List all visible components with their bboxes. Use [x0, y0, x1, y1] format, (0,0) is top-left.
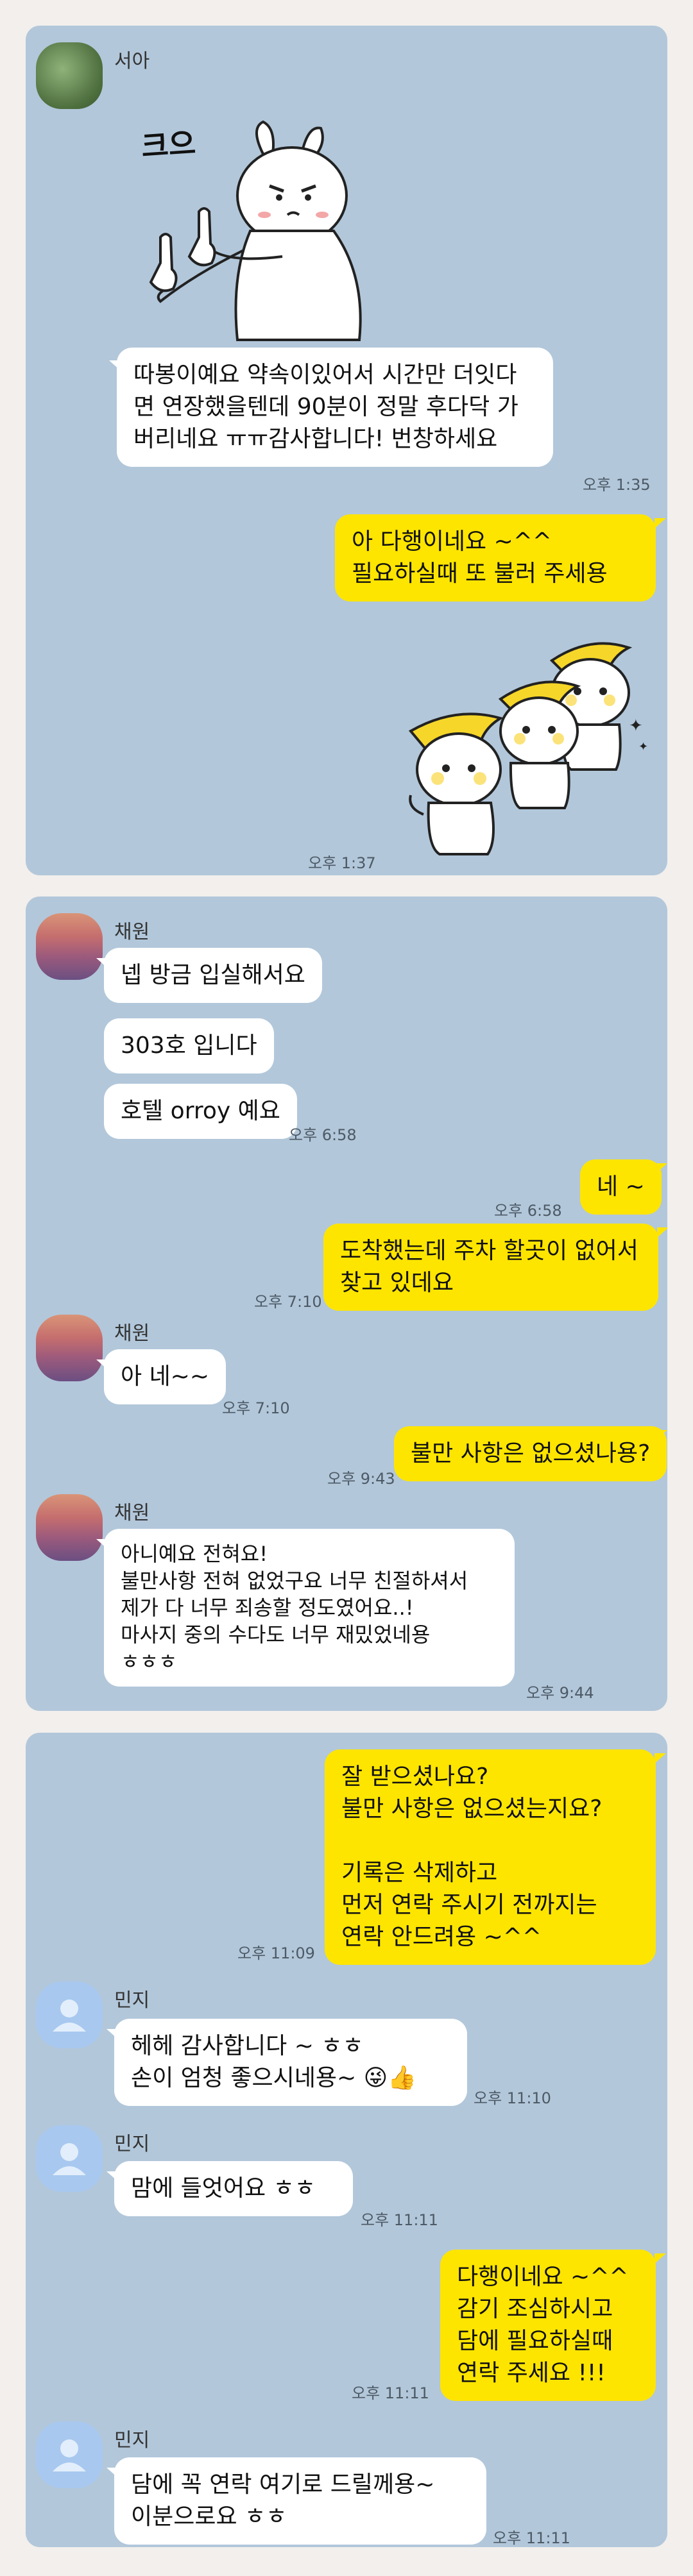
- message-time: 오후 6:58: [494, 1202, 562, 1220]
- bubble-tail: [656, 1163, 667, 1174]
- sender-name: 채원: [114, 921, 150, 943]
- my-message-bubble[interactable]: 도착했는데 주차 할곳이 없어서 찾고 있데요: [323, 1224, 658, 1311]
- message-time: 오후 11:10: [474, 2089, 551, 2107]
- sender-name: 민지: [114, 1989, 150, 2012]
- default-profile-icon: [53, 2143, 86, 2175]
- bubble-tail: [107, 2029, 118, 2039]
- avatar-chaewon[interactable]: [36, 1315, 103, 1381]
- my-message-bubble[interactable]: 아 다행이네요 ~^^ 필요하실때 또 불러 주세용: [335, 514, 656, 602]
- message-bubble[interactable]: 아니예요 전혀요! 불만사항 전혀 없었구요 너무 친절하셔서 제가 다 너무 …: [104, 1529, 515, 1687]
- sender-name: 민지: [114, 2133, 150, 2155]
- message-time: 오후 6:58: [289, 1126, 357, 1144]
- chat-panel-1: 서아 크으 따봉이예요 약속이있어서 시간만 더잇다면 연장했을텐데 90분이 …: [26, 26, 667, 875]
- sender-name: 채원: [114, 1502, 150, 1524]
- bubble-tail: [656, 1430, 667, 1440]
- avatar-minji[interactable]: [36, 2421, 103, 2488]
- bubble-tail: [96, 958, 108, 968]
- sender-name: 채원: [114, 1322, 150, 1345]
- message-time: 오후 7:10: [254, 1293, 322, 1311]
- avatar-minji[interactable]: [36, 2125, 103, 2192]
- sender-name: 서아: [114, 50, 150, 72]
- avatar-chaewon[interactable]: [36, 913, 103, 980]
- message-bubble[interactable]: 303호 입니다: [104, 1018, 274, 1073]
- message-time: 오후 9:44: [526, 1684, 594, 1702]
- cat-illustration: [149, 120, 362, 341]
- my-message-bubble[interactable]: 다행이네요 ~^^ 감기 조심하시고 담에 필요하실때 연락 주세요 !!!: [440, 2250, 656, 2401]
- message-bubble[interactable]: 맘에 들엇어요 ㅎㅎ: [114, 2161, 353, 2216]
- message-bubble[interactable]: 따봉이예요 약속이있어서 시간만 더잇다면 연장했을텐데 90분이 정말 후다닥…: [117, 348, 553, 467]
- chat-panel-3: 잘 받으셨나요? 불만 사항은 없으셨는지요? 기록은 삭제하고 먼저 연락 주…: [26, 1733, 667, 2547]
- message-time: 오후 1:37: [308, 854, 376, 872]
- message-time: 오후 11:11: [493, 2529, 570, 2547]
- message-time: 오후 11:11: [352, 2384, 429, 2402]
- avatar-seoa[interactable]: [36, 42, 103, 109]
- bubble-tail: [657, 1227, 667, 1238]
- message-time: 오후 9:43: [327, 1470, 395, 1488]
- avatar-chaewon[interactable]: [36, 1494, 103, 1561]
- bubble-tail: [96, 1539, 108, 1549]
- my-message-bubble[interactable]: 잘 받으셨나요? 불만 사항은 없으셨는지요? 기록은 삭제하고 먼저 연락 주…: [325, 1749, 656, 1965]
- chat-panel-2: 채원 넵 방금 입실해서요 303호 입니다 호텔 orroy 예요 오후 6:…: [26, 897, 667, 1711]
- sender-name: 민지: [114, 2429, 150, 2452]
- svg-text:✦: ✦: [629, 716, 643, 736]
- default-profile-icon: [53, 2439, 86, 2471]
- message-time: 오후 7:10: [222, 1399, 290, 1417]
- bubble-tail: [654, 2253, 666, 2264]
- bubble-tail: [654, 518, 666, 528]
- message-bubble[interactable]: 호텔 orroy 예요: [104, 1084, 297, 1139]
- cat-thumbs-sticker[interactable]: 크으: [116, 83, 411, 366]
- banana-cat-sticker[interactable]: ✦ ✦: [404, 622, 661, 866]
- message-time: 오후 1:35: [583, 476, 651, 494]
- bubble-tail: [654, 1753, 666, 1764]
- banana-cat-illustration: ✦ ✦: [408, 642, 648, 855]
- bubble-tail: [107, 2468, 118, 2478]
- avatar-minji[interactable]: [36, 1982, 103, 2048]
- message-bubble[interactable]: 아 네~~: [104, 1349, 227, 1404]
- message-bubble[interactable]: 넵 방금 입실해서요: [104, 948, 322, 1003]
- message-time: 오후 11:09: [237, 1944, 315, 1962]
- message-time: 오후 11:11: [361, 2211, 438, 2229]
- bubble-tail: [107, 2171, 118, 2182]
- svg-text:✦: ✦: [638, 740, 648, 753]
- message-bubble[interactable]: 헤헤 감사합니다 ~ ㅎㅎ 손이 엄청 좋으시네용~ 😜👍: [114, 2019, 467, 2106]
- bubble-tail: [109, 360, 121, 371]
- message-bubble[interactable]: 담에 꼭 연락 여기로 드릴께용~ 이분으로요 ㅎㅎ: [114, 2457, 486, 2545]
- my-message-bubble[interactable]: 불만 사항은 없으셨나용?: [394, 1426, 667, 1481]
- bubble-tail: [96, 1360, 108, 1370]
- default-profile-icon: [53, 1999, 86, 2032]
- my-message-bubble[interactable]: 네 ~: [580, 1159, 662, 1215]
